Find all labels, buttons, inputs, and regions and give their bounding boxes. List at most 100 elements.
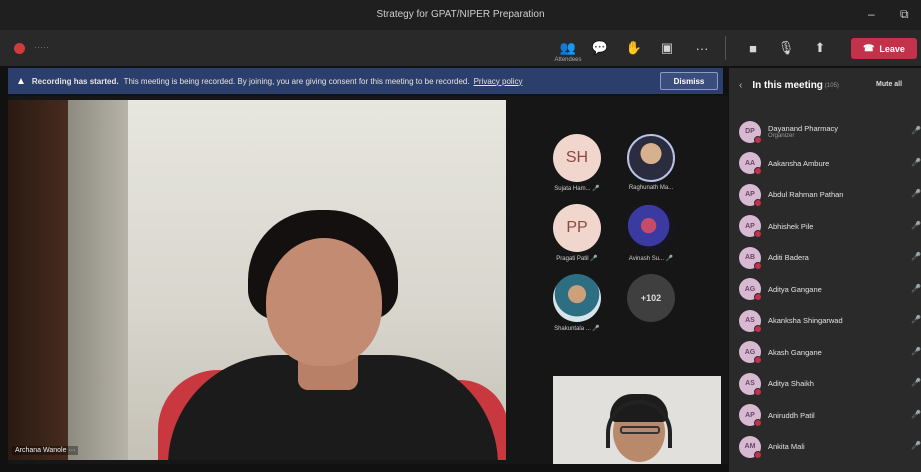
- mic-icon: 🎤: [911, 283, 921, 293]
- avatar: AM: [739, 435, 762, 459]
- tile-name: Pragati Patil 🎤: [556, 256, 598, 262]
- banner-heading: Recording has started.: [31, 76, 119, 86]
- participant-info: Aakansha Ambure: [768, 159, 829, 168]
- participant-name: Aditya Shaikh: [768, 379, 814, 389]
- mic-button[interactable]: 🎙: [774, 38, 798, 58]
- main-video-name-label: Archana Wanole ···: [12, 446, 79, 455]
- participant-tile[interactable]: PP Pragati Patil 🎤: [547, 204, 607, 262]
- participant-row[interactable]: AG Aditya Gangane 🎤: [739, 274, 921, 306]
- avatar: AS: [739, 309, 762, 333]
- participant-info: Aditi Badera: [768, 253, 809, 262]
- participant-info: Abhishek Pile: [768, 222, 813, 231]
- video-stage: Archana Wanole ··· SH Sujata Ham... 🎤 Ra…: [8, 96, 728, 464]
- share-icon: ⬆: [814, 40, 826, 55]
- leave-button[interactable]: ☎ Leave: [851, 38, 917, 59]
- avatar: AS: [739, 372, 762, 396]
- avatar: AG: [739, 278, 762, 302]
- avatar: AP: [739, 404, 762, 428]
- overflow-count: +102: [627, 274, 675, 322]
- window-title: Strategy for GPAT/NIPER Preparation: [376, 9, 545, 20]
- meeting-timer: ·····: [34, 42, 49, 52]
- participants-button[interactable]: 👥 Attendees: [554, 38, 581, 63]
- participant-row[interactable]: DP Dayanand Pharmacy Organizer 🎤: [739, 116, 921, 148]
- share-button[interactable]: ⬆: [808, 38, 832, 58]
- participant-name: Aditya Gangane: [768, 284, 822, 294]
- more-participants-tile[interactable]: +102: [621, 274, 681, 325]
- raise-hand-button[interactable]: ✋: [622, 38, 646, 58]
- participant-info: Akanksha Shingarwad: [768, 316, 843, 325]
- camera-icon: ■: [749, 40, 757, 56]
- privacy-policy-link[interactable]: Privacy policy: [474, 77, 523, 86]
- mic-icon: 🎤: [911, 441, 921, 450]
- avatar: PP: [553, 204, 601, 252]
- hand-icon: ✋: [625, 40, 643, 55]
- camera-button[interactable]: ■: [741, 38, 765, 58]
- participant-row[interactable]: AS Akanksha Shingarwad 🎤: [739, 305, 921, 337]
- participant-row[interactable]: AP Abdul Rahman Pathan 🎤: [739, 179, 921, 211]
- rooms-button[interactable]: ▣: [655, 38, 679, 58]
- participant-name: Abhishek Pile: [768, 221, 814, 231]
- participant-info: Aditya Shaikh: [768, 379, 814, 388]
- tile-name: Raghunath Ma...: [628, 185, 674, 191]
- participant-tile[interactable]: Raghunath Ma...: [621, 134, 681, 191]
- mic-icon: 🎤: [911, 189, 921, 198]
- participant-row[interactable]: AP Abhishek Pile 🎤: [739, 211, 921, 243]
- mic-icon: 🎤: [911, 126, 921, 135]
- participant-list: DP Dayanand Pharmacy Organizer 🎤 AA Aakansha …: [739, 116, 921, 463]
- warning-icon: ▲: [16, 75, 26, 87]
- participant-name: Aakansha Ambure: [768, 158, 830, 168]
- more-actions-button[interactable]: ···: [690, 38, 714, 58]
- participant-name: Akanksha Shingarwad: [768, 316, 843, 326]
- mute-all-button[interactable]: Mute all: [876, 81, 902, 88]
- participant-name: Aditi Badera: [768, 253, 809, 263]
- participant-row[interactable]: AG Akash Gangane 🎤: [739, 337, 921, 369]
- mic-icon: 🎤: [911, 346, 921, 356]
- chat-button[interactable]: 💬: [588, 38, 612, 58]
- mic-icon: 🎤: [911, 409, 921, 419]
- people-icon: 👥: [559, 40, 577, 55]
- tile-name: Avinash Su... 🎤: [628, 256, 674, 262]
- tile-name: Sujata Ham... 🎤: [554, 186, 600, 192]
- phone-icon: ☎: [863, 43, 875, 53]
- participant-name: Ankita Mali: [768, 442, 805, 452]
- avatar: SH: [553, 134, 601, 182]
- speaker-face: [266, 238, 382, 366]
- more-icon: ···: [695, 40, 709, 56]
- participant-info: Abdul Rahman Pathan: [768, 190, 843, 199]
- recording-banner: ▲ Recording has started. This meeting is…: [8, 68, 723, 94]
- avatar: AB: [739, 246, 762, 270]
- participant-tile[interactable]: Shakuntala ... 🎤: [547, 274, 607, 332]
- participant-row[interactable]: AS Aditya Shaikh 🎤: [739, 368, 921, 400]
- banner-message: This meeting is being recorded. By joini…: [123, 76, 470, 86]
- participant-info: Dayanand Pharmacy Organizer: [768, 124, 838, 139]
- meeting-toolbar: ····· 👥 Attendees 💬 ✋ ▣ ··· ■ 🎙 ⬆ ☎ Leav…: [0, 30, 921, 66]
- title-bar: Strategy for GPAT/NIPER Preparation – ⧉: [0, 0, 921, 30]
- avatar: DP: [739, 120, 762, 144]
- participant-role: Organizer: [768, 133, 795, 140]
- participant-info: Aniruddh Patil: [768, 411, 815, 420]
- participant-name: Dayanand Pharmacy: [768, 124, 839, 134]
- panel-header: ‹ In this meeting (105) Mute all: [739, 80, 919, 91]
- chat-icon: 💬: [591, 40, 609, 55]
- tile-name: Shakuntala ... 🎤: [554, 326, 600, 332]
- participant-row[interactable]: AP Aniruddh Patil 🎤: [739, 400, 921, 432]
- participant-info: Akash Gangane: [768, 348, 822, 357]
- minimize-button[interactable]: –: [868, 7, 875, 21]
- participant-name: Abdul Rahman Pathan: [768, 190, 844, 200]
- secondary-video-feed[interactable]: [553, 376, 721, 464]
- panel-title: In this meeting: [752, 80, 823, 91]
- restore-button[interactable]: ⧉: [900, 7, 909, 22]
- participant-tile[interactable]: Avinash Su... 🎤: [621, 204, 681, 262]
- participant-row[interactable]: AB Aditi Badera 🎤: [739, 242, 921, 274]
- main-video-feed[interactable]: Archana Wanole ···: [8, 100, 506, 460]
- participant-row[interactable]: AA Aakansha Ambure 🎤: [739, 148, 921, 180]
- background-door-frame: [68, 100, 128, 460]
- rooms-icon: ▣: [660, 40, 674, 55]
- participant-tile[interactable]: SH Sujata Ham... 🎤: [547, 134, 607, 192]
- leave-label: Leave: [879, 43, 905, 54]
- recording-indicator-icon: [14, 43, 25, 54]
- dismiss-button[interactable]: Dismiss: [660, 72, 718, 90]
- back-chevron-icon[interactable]: ‹: [739, 80, 742, 91]
- participants-panel: ‹ In this meeting (105) Mute all DP Dayan…: [729, 68, 921, 472]
- participant-row[interactable]: AM Ankita Mali 🎤: [739, 431, 921, 463]
